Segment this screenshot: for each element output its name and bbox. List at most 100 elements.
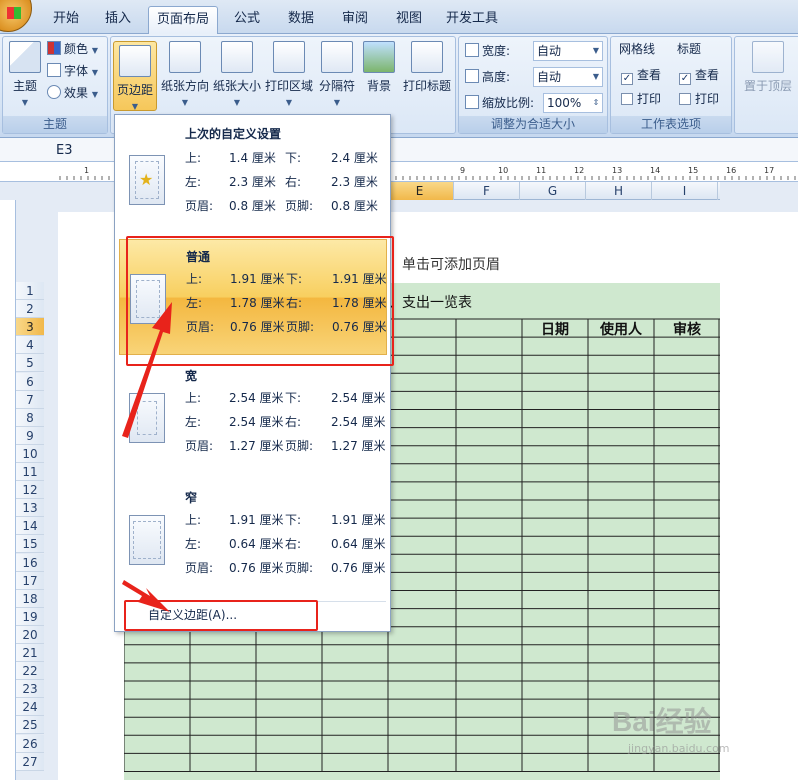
sheet-options-group: 网格线 标题 ✓ 查看 ✓ 查看 打印 打印 工作表选项 xyxy=(610,36,732,134)
height-label: 高度: xyxy=(465,67,510,87)
bring-forward-button[interactable]: 置于顶层 xyxy=(737,41,798,94)
page-thumbnail-icon: ★ xyxy=(129,155,165,205)
headings-heading: 标题 xyxy=(677,42,702,56)
background-button[interactable]: 背景 xyxy=(361,41,397,94)
header-placeholder[interactable]: 单击可添加页眉 xyxy=(402,254,500,274)
width-dropdown-icon[interactable]: ▼ xyxy=(590,42,602,60)
row-header-26[interactable]: 26 xyxy=(16,734,44,753)
row-header-24[interactable]: 24 xyxy=(16,698,44,717)
headings-view-checkbox[interactable]: ✓ 查看 xyxy=(679,65,719,85)
themes-button[interactable]: 主题 ▼ xyxy=(5,41,45,108)
margins-wide[interactable]: 宽 上: 2.54 厘米 下: 2.54 厘米 左: 2.54 厘米 右: 2.54 厘米 … xyxy=(119,361,387,475)
print-area-button[interactable]: 打印区域 ▼ xyxy=(263,41,315,108)
tab-insert[interactable]: 插入 xyxy=(94,6,142,34)
row-header-2[interactable]: 2 xyxy=(16,300,44,319)
annotation-box-custom xyxy=(124,600,318,631)
theme-fonts-label: 字体 xyxy=(64,64,89,78)
row-header-22[interactable]: 22 xyxy=(16,662,44,681)
margins-narrow[interactable]: 窄 上: 1.91 厘米 下: 1.91 厘米 左: 0.64 厘米 右: 0.64 厘米 … xyxy=(119,483,387,597)
row-header-20[interactable]: 20 xyxy=(16,625,44,644)
row-header-25[interactable]: 25 xyxy=(16,716,44,735)
row-header-17[interactable]: 17 xyxy=(16,571,44,590)
breaks-button[interactable]: 分隔符 ▼ xyxy=(315,41,359,108)
margins-dropdown-menu: ★ 上次的自定义设置 上: 1.4 厘米 下: 2.4 厘米 左: 2.3 厘米 右: 2.… xyxy=(114,114,391,632)
row-header-7[interactable]: 7 xyxy=(16,390,44,409)
themes-group-label: 主题 xyxy=(3,116,107,133)
orientation-button[interactable]: 纸张方向 ▼ xyxy=(159,41,211,108)
row-header-6[interactable]: 6 xyxy=(16,372,44,391)
row-header-5[interactable]: 5 xyxy=(16,354,44,373)
column-header-g[interactable]: G xyxy=(520,182,586,200)
size-button[interactable]: 纸张大小 ▼ xyxy=(211,41,263,108)
row-header-10[interactable]: 10 xyxy=(16,444,44,463)
background-image-icon xyxy=(363,41,395,73)
ruler-number: 13 xyxy=(612,166,622,175)
theme-colors-button[interactable]: 颜色 ▼ xyxy=(47,39,98,59)
scale-spinner[interactable]: 100% ⇕ xyxy=(543,93,603,113)
row-header-12[interactable]: 12 xyxy=(16,481,44,500)
tab-home[interactable]: 开始 xyxy=(40,6,92,34)
name-box[interactable]: E3 xyxy=(0,141,120,161)
row-header-15[interactable]: 15 xyxy=(16,535,44,554)
arrange-group: 置于顶层 xyxy=(734,36,798,134)
scale-icon xyxy=(465,95,479,109)
watermark-url: jingyan.baidu.com xyxy=(628,742,730,755)
row-header-4[interactable]: 4 xyxy=(16,336,44,355)
gridlines-view-checkbox[interactable]: ✓ 查看 xyxy=(621,65,661,85)
margins-button[interactable]: 页边距 ▼ xyxy=(113,41,157,111)
row-header-18[interactable]: 18 xyxy=(16,589,44,608)
row-header-27[interactable]: 27 xyxy=(16,752,44,771)
star-icon: ★ xyxy=(139,170,154,189)
tab-developer[interactable]: 开发工具 xyxy=(440,6,504,34)
margin-option-title: 窄 xyxy=(185,491,198,505)
row-header-13[interactable]: 13 xyxy=(16,499,44,518)
scale-group-label: 调整为合适大小 xyxy=(459,116,607,133)
print-titles-button[interactable]: 打印标题 xyxy=(399,41,455,94)
office-button[interactable] xyxy=(0,0,32,32)
checkmark-icon: ✓ xyxy=(679,73,691,85)
row-header-3[interactable]: 3 xyxy=(16,318,44,337)
margins-last-custom[interactable]: ★ 上次的自定义设置 上: 1.4 厘米 下: 2.4 厘米 左: 2.3 厘米 右: 2.… xyxy=(119,119,387,231)
column-header-i[interactable]: I xyxy=(652,182,718,200)
row-header-14[interactable]: 14 xyxy=(16,517,44,536)
row-header-23[interactable]: 23 xyxy=(16,680,44,699)
tab-review[interactable]: 审阅 xyxy=(330,6,380,34)
tab-view[interactable]: 视图 xyxy=(384,6,434,34)
theme-fonts-button[interactable]: 字体 ▼ xyxy=(47,61,98,81)
tab-formulas[interactable]: 公式 xyxy=(222,6,272,34)
row-header-19[interactable]: 19 xyxy=(16,607,44,626)
column-header-f[interactable]: F xyxy=(454,182,520,200)
width-combo[interactable]: 自动 ▼ xyxy=(533,41,603,61)
column-header-h[interactable]: H xyxy=(586,182,652,200)
spinner-arrows-icon[interactable]: ⇕ xyxy=(590,94,602,112)
sheet-options-group-label: 工作表选项 xyxy=(611,116,731,133)
ruler-number: 17 xyxy=(764,166,774,175)
row-header-16[interactable]: 16 xyxy=(16,553,44,572)
tab-data[interactable]: 数据 xyxy=(276,6,326,34)
print-titles-label: 打印标题 xyxy=(402,79,451,93)
height-dropdown-icon[interactable]: ▼ xyxy=(590,68,602,86)
effects-icon xyxy=(47,85,61,99)
print-titles-icon xyxy=(411,41,443,73)
header-user: 使用人 xyxy=(600,322,642,338)
theme-effects-button[interactable]: 效果 ▼ xyxy=(47,83,98,103)
gridlines-print-checkbox[interactable]: 打印 xyxy=(621,89,661,109)
themes-group: 主题 ▼ 颜色 ▼ 字体 ▼ 效果 ▼ 主题 xyxy=(2,36,108,134)
tab-page-layout[interactable]: 页面布局 xyxy=(148,6,218,35)
row-header-11[interactable]: 11 xyxy=(16,463,44,482)
row-header-8[interactable]: 8 xyxy=(16,408,44,427)
column-header-e[interactable]: E xyxy=(386,182,454,200)
paper-size-icon xyxy=(221,41,253,73)
gridlines-heading: 网格线 xyxy=(619,42,656,56)
ruler-number: 10 xyxy=(498,166,508,175)
headings-print-checkbox[interactable]: 打印 xyxy=(679,89,719,109)
height-combo[interactable]: 自动 ▼ xyxy=(533,67,603,87)
breaks-label: 分隔符 xyxy=(318,79,355,93)
background-label: 背景 xyxy=(366,79,391,93)
watermark-logo: Bai经验 xyxy=(612,706,712,737)
row-headers: 1 2 3 4 5 6 7 8 9 10 11 12 13 14 15 16 17 18 19 20 21 22 23 24 2… xyxy=(16,282,44,780)
header-review: 审核 xyxy=(673,322,701,338)
row-header-9[interactable]: 9 xyxy=(16,426,44,445)
row-header-21[interactable]: 21 xyxy=(16,644,44,663)
row-header-1[interactable]: 1 xyxy=(16,282,44,301)
